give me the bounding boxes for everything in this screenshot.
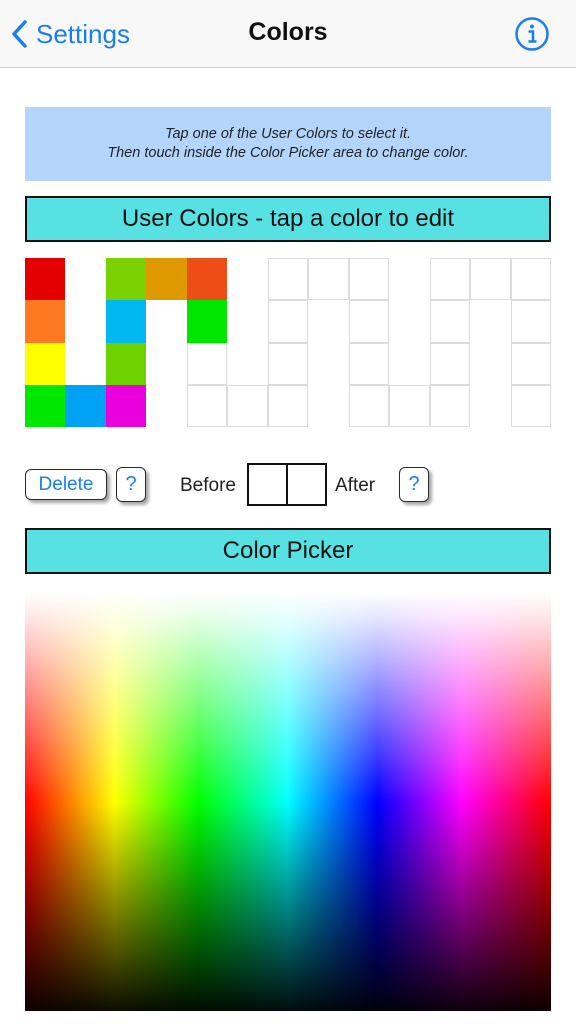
user-color-swatch[interactable]	[25, 342, 66, 385]
before-label: Before	[180, 475, 236, 496]
empty-color-slot[interactable]	[186, 342, 228, 385]
empty-color-slot[interactable]	[429, 384, 471, 427]
controls-row: Delete ? Before After ?	[0, 460, 576, 510]
page-title: Colors	[248, 18, 328, 46]
empty-color-slot[interactable]	[348, 342, 390, 385]
info-circle-icon	[514, 17, 550, 56]
empty-color-slot[interactable]	[429, 300, 471, 343]
after-color-preview	[286, 463, 327, 506]
picker-white-gradient	[25, 592, 551, 802]
delete-button[interactable]: Delete	[25, 469, 107, 500]
user-color-swatch[interactable]	[65, 384, 106, 427]
delete-help-button[interactable]: ?	[116, 467, 146, 502]
user-color-swatch[interactable]	[25, 384, 66, 427]
empty-color-slot[interactable]	[510, 342, 551, 385]
color-picker-header: Color Picker	[25, 528, 551, 574]
user-color-swatch[interactable]	[186, 258, 228, 301]
user-color-swatch[interactable]	[25, 258, 66, 301]
info-button[interactable]	[514, 16, 550, 52]
instructions-box: Tap one of the User Colors to select it.…	[25, 107, 551, 181]
navigation-bar: Settings Colors	[0, 0, 576, 68]
user-color-swatch[interactable]	[105, 342, 147, 385]
empty-color-slot[interactable]	[308, 258, 349, 301]
empty-color-slot[interactable]	[389, 384, 430, 427]
user-colors-header: User Colors - tap a color to edit	[25, 196, 551, 242]
empty-color-slot[interactable]	[510, 384, 551, 427]
user-color-swatch[interactable]	[105, 300, 147, 343]
empty-color-slot[interactable]	[470, 258, 511, 301]
empty-color-slot[interactable]	[510, 258, 551, 301]
empty-color-slot[interactable]	[429, 342, 471, 385]
empty-color-slot[interactable]	[510, 300, 551, 343]
empty-color-slot[interactable]	[267, 300, 309, 343]
instructions-line-1: Tap one of the User Colors to select it.	[164, 126, 412, 142]
empty-color-slot[interactable]	[348, 384, 390, 427]
preview-help-button[interactable]: ?	[399, 467, 429, 502]
empty-color-slot[interactable]	[227, 384, 268, 427]
empty-color-slot[interactable]	[348, 300, 390, 343]
user-color-swatch[interactable]	[25, 300, 66, 343]
empty-color-slot[interactable]	[267, 258, 309, 301]
user-color-swatch[interactable]	[146, 258, 187, 301]
before-color-preview	[247, 463, 288, 506]
empty-color-slot[interactable]	[429, 258, 471, 301]
user-color-swatch[interactable]	[105, 384, 147, 427]
after-label: After	[335, 475, 376, 496]
color-picker-area[interactable]	[25, 592, 551, 1011]
empty-color-slot[interactable]	[267, 384, 309, 427]
empty-color-slot[interactable]	[348, 258, 390, 301]
user-colors-grid	[25, 258, 551, 427]
empty-color-slot[interactable]	[186, 384, 228, 427]
instructions-line-2: Then touch inside the Color Picker area …	[107, 145, 469, 161]
user-color-swatch[interactable]	[186, 300, 228, 343]
picker-black-gradient	[25, 801, 551, 1011]
user-color-swatch[interactable]	[105, 258, 147, 301]
empty-color-slot[interactable]	[267, 342, 309, 385]
